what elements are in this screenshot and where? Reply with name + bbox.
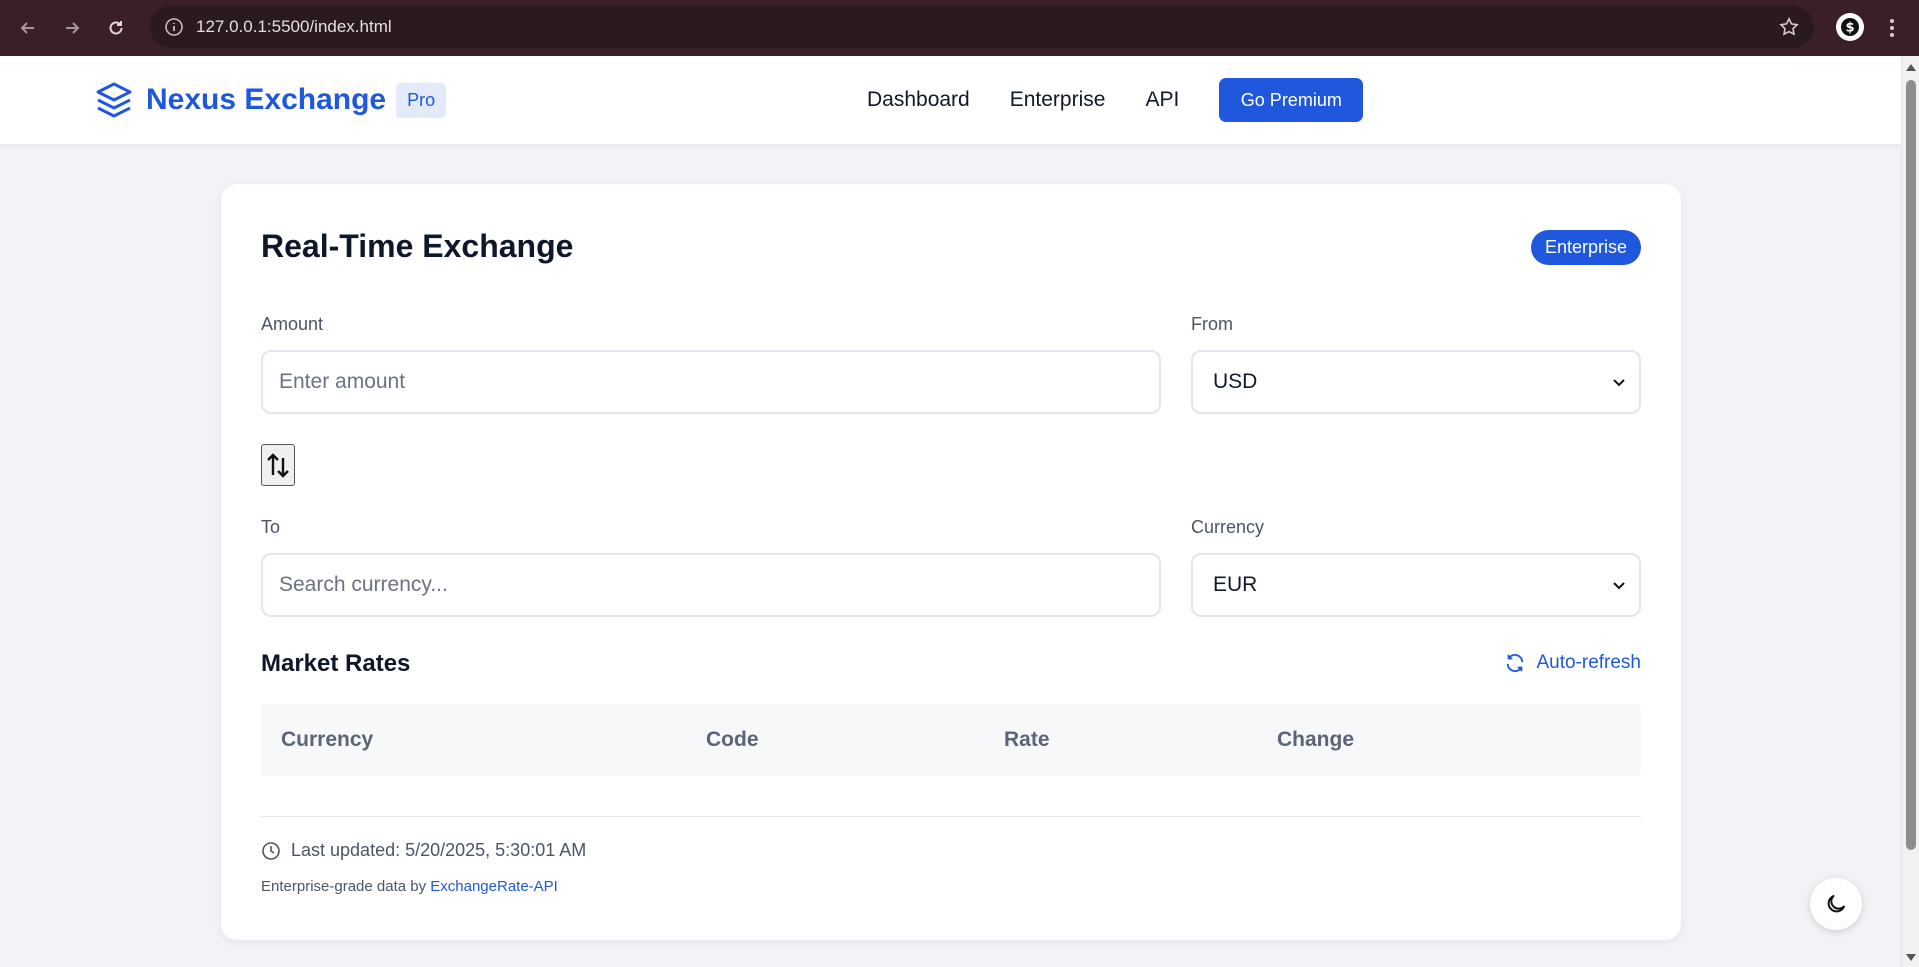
reload-button[interactable] xyxy=(102,14,130,42)
swap-arrows-icon xyxy=(267,453,289,478)
auto-refresh-button[interactable]: Auto-refresh xyxy=(1504,652,1641,674)
column-header-rate[interactable]: Rate xyxy=(1004,728,1050,752)
main-nav: Dashboard Enterprise API Go Premium xyxy=(867,78,1364,122)
brand-name: Nexus Exchange xyxy=(146,83,387,116)
scroll-up-arrow-icon[interactable] xyxy=(1906,64,1916,71)
auto-refresh-label: Auto-refresh xyxy=(1536,652,1641,673)
go-premium-button[interactable]: Go Premium xyxy=(1219,78,1364,122)
scroll-down-arrow-icon[interactable] xyxy=(1906,954,1916,961)
moon-icon xyxy=(1827,895,1845,913)
back-button[interactable] xyxy=(14,14,42,42)
dollar-icon: $ xyxy=(1841,18,1859,36)
from-currency-value: USD xyxy=(1213,370,1258,393)
nav-enterprise[interactable]: Enterprise xyxy=(1010,88,1106,112)
more-vert-icon[interactable] xyxy=(1880,14,1904,42)
layers-icon xyxy=(96,82,132,118)
currency-label: Currency xyxy=(1191,517,1265,537)
app-header: Nexus Exchange Pro Dashboard Enterprise … xyxy=(0,56,1901,144)
swap-button[interactable] xyxy=(261,444,295,486)
theme-toggle-button[interactable] xyxy=(1810,878,1862,930)
enterprise-badge: Enterprise xyxy=(1530,230,1641,265)
rates-table-header: Currency Code Rate Change xyxy=(261,704,1641,776)
profile-avatar[interactable]: $ xyxy=(1836,13,1864,41)
chevron-down-icon xyxy=(1613,379,1625,387)
chevron-down-icon xyxy=(1613,582,1625,590)
market-rates-title: Market Rates xyxy=(261,650,411,677)
last-updated: Last updated: 5/20/2025, 5:30:01 AM xyxy=(261,840,586,861)
to-label: To xyxy=(261,517,281,537)
exchangerate-api-link[interactable]: ExchangeRate-API xyxy=(430,878,558,895)
amount-label: Amount xyxy=(261,314,324,334)
logo[interactable]: Nexus Exchange Pro xyxy=(94,80,447,120)
arrow-left-icon xyxy=(20,22,34,34)
column-header-currency[interactable]: Currency xyxy=(281,728,373,752)
credit-prefix: Enterprise-grade data by xyxy=(261,878,431,895)
nav-api[interactable]: API xyxy=(1145,88,1179,112)
last-updated-text: Last updated: 5/20/2025, 5:30:01 AM xyxy=(291,840,587,860)
browser-toolbar: 127.0.0.1:5500/index.html $ xyxy=(0,0,1919,56)
forward-button[interactable] xyxy=(58,14,86,42)
bookmark-star-icon[interactable] xyxy=(1778,16,1800,38)
arrow-right-icon xyxy=(66,22,80,34)
svg-text:$: $ xyxy=(1845,21,1854,36)
amount-input[interactable] xyxy=(261,350,1161,414)
exchange-card: Real-Time Exchange Enterprise Amount Fro… xyxy=(221,184,1681,940)
to-currency-select[interactable]: EUR xyxy=(1191,553,1641,617)
column-header-change[interactable]: Change xyxy=(1277,728,1354,752)
from-currency-select[interactable]: USD xyxy=(1191,350,1641,414)
column-header-code[interactable]: Code xyxy=(706,728,759,752)
clock-icon xyxy=(262,841,280,860)
scroll-thumb[interactable] xyxy=(1906,80,1916,850)
page-scrollbar[interactable] xyxy=(1901,56,1919,967)
currency-search-input[interactable] xyxy=(261,553,1161,617)
data-credit: Enterprise-grade data by ExchangeRate-AP… xyxy=(261,878,558,895)
from-label: From xyxy=(1191,314,1233,334)
divider xyxy=(261,816,1641,817)
pro-badge: Pro xyxy=(396,82,447,118)
site-info-icon[interactable] xyxy=(164,17,184,37)
to-currency-value: EUR xyxy=(1213,573,1258,596)
nav-dashboard[interactable]: Dashboard xyxy=(867,88,970,112)
address-bar[interactable]: 127.0.0.1:5500/index.html xyxy=(150,6,1814,48)
url-text[interactable]: 127.0.0.1:5500/index.html xyxy=(196,17,392,37)
page-title: Real-Time Exchange xyxy=(261,228,574,264)
refresh-icon xyxy=(1507,654,1524,672)
reload-icon xyxy=(109,21,123,35)
